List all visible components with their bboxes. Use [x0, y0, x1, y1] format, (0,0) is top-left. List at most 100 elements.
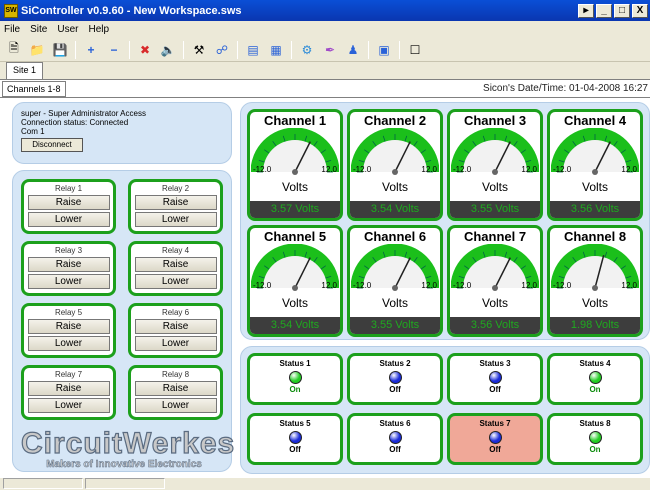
- relay-1-lower-button[interactable]: Lower: [27, 212, 110, 227]
- status-1-card: Status 1 On: [247, 353, 343, 405]
- relay-8-raise-button[interactable]: Raise: [134, 381, 217, 396]
- relay-8-lower-button[interactable]: Lower: [134, 398, 217, 413]
- gauge-max-label: 12.0: [621, 281, 637, 290]
- window-controls: ▸ _ □ X: [578, 3, 648, 18]
- logo-tagline: Makers of Innovative Electronics: [46, 459, 202, 471]
- image-icon[interactable]: ▣: [376, 42, 392, 58]
- gauge-min-label: -12.0: [253, 165, 272, 174]
- relay-4-box: Relay 4 Raise Lower: [128, 241, 223, 296]
- voltmeter-gauge: -12.0 12.0: [351, 244, 439, 291]
- status-state: Off: [489, 445, 501, 454]
- status-led-icon: [488, 371, 502, 384]
- remove-icon[interactable]: −: [106, 42, 122, 58]
- gauge-hub: [392, 285, 398, 291]
- person-icon[interactable]: ♟: [345, 42, 361, 58]
- relay-6-raise-button[interactable]: Raise: [134, 319, 217, 334]
- menu-file[interactable]: File: [4, 24, 20, 35]
- status-5-card: Status 5 Off: [247, 413, 343, 465]
- open-folder-icon[interactable]: 📁: [29, 42, 45, 58]
- channel-3-card: Channel 3 -12.0 12.0 Volts 3.55 Volts: [447, 109, 543, 221]
- gauge-hub: [592, 285, 598, 291]
- gauge-unit-label: Volts: [281, 296, 308, 310]
- speaker-icon[interactable]: 🔈: [160, 42, 176, 58]
- close-button[interactable]: X: [632, 3, 648, 18]
- relay-4-lower-button[interactable]: Lower: [134, 274, 217, 289]
- status-name: Status 4: [579, 359, 611, 368]
- access-level: super - Super Administrator Access: [21, 109, 146, 118]
- relay-3-lower-button[interactable]: Lower: [27, 274, 110, 289]
- relay-1-raise-button[interactable]: Raise: [27, 195, 110, 210]
- gauge-unit-label: Volts: [281, 180, 308, 194]
- relay-5-raise-button[interactable]: Raise: [27, 319, 110, 334]
- toolbar-separator: [129, 40, 130, 59]
- channel-name: Channel 3: [463, 113, 527, 128]
- relay-7-box: Relay 7 Raise Lower: [21, 365, 116, 420]
- tab-site-1[interactable]: Site 1: [6, 62, 44, 79]
- status-state: On: [589, 385, 601, 394]
- relay-3-raise-button[interactable]: Raise: [27, 257, 110, 272]
- channel-name: Channel 8: [563, 229, 627, 244]
- channel-name: Channel 4: [563, 113, 627, 128]
- status-name: Status 8: [579, 419, 611, 428]
- gauge-hub: [292, 285, 298, 291]
- menu-help[interactable]: Help: [88, 24, 109, 35]
- stop-icon[interactable]: ✖: [137, 42, 153, 58]
- network-icon[interactable]: ☍: [214, 42, 230, 58]
- gauge-hub: [292, 169, 298, 175]
- relay-7-raise-button[interactable]: Raise: [27, 381, 110, 396]
- status-led-icon: [588, 371, 602, 384]
- maximize-button[interactable]: □: [614, 3, 630, 18]
- add-icon[interactable]: +: [83, 42, 99, 58]
- tab-channels-1-8[interactable]: Channels 1-8: [2, 80, 66, 97]
- status-name: Status 2: [379, 359, 411, 368]
- relay-5-lower-button[interactable]: Lower: [27, 336, 110, 351]
- document-icon[interactable]: ▤: [245, 42, 261, 58]
- status-bar-section: [3, 478, 83, 489]
- status-state: On: [589, 445, 601, 454]
- relay-2-raise-button[interactable]: Raise: [134, 195, 217, 210]
- menu-user[interactable]: User: [57, 24, 78, 35]
- status-led-icon: [388, 371, 402, 384]
- new-file-icon[interactable]: 🗎: [6, 41, 22, 58]
- relay-2-lower-button[interactable]: Lower: [134, 212, 217, 227]
- status-7-card: Status 7 Off: [447, 413, 543, 465]
- gauge-min-label: -12.0: [553, 165, 572, 174]
- status-bar: [0, 478, 650, 490]
- status-state: Off: [489, 385, 501, 394]
- settings-icon[interactable]: ⚙: [299, 42, 315, 58]
- relay-label: Relay 6: [161, 308, 190, 317]
- relay-4-raise-button[interactable]: Raise: [134, 257, 217, 272]
- save-icon[interactable]: 💾: [52, 42, 68, 58]
- relay-1-box: Relay 1 Raise Lower: [21, 179, 116, 234]
- status-3-card: Status 3 Off: [447, 353, 543, 405]
- toolbar-separator: [75, 40, 76, 59]
- documents-icon[interactable]: ▦: [268, 42, 284, 58]
- gauge-hub: [492, 169, 498, 175]
- gauge-min-label: -12.0: [353, 281, 372, 290]
- gauge-min-label: -12.0: [453, 281, 472, 290]
- channel-8-card: Channel 8 -12.0 12.0 Volts 1.98 Volts: [547, 225, 643, 337]
- toolbar: 🗎 📁 💾 + − ✖ 🔈 ⚒ ☍ ▤ ▦ ⚙ ✒ ♟ ▣ ☐: [0, 38, 650, 62]
- tools-icon[interactable]: ⚒: [191, 42, 207, 58]
- connection-status: Connection status: Connected: [21, 118, 129, 127]
- relay-7-lower-button[interactable]: Lower: [27, 398, 110, 413]
- menu-bar: File Site User Help: [0, 21, 650, 38]
- relay-label: Relay 5: [54, 308, 83, 317]
- logo-name: CircuitWerkes: [20, 427, 236, 460]
- status-led-icon: [288, 371, 302, 384]
- status-2-card: Status 2 Off: [347, 353, 443, 405]
- status-name: Status 3: [479, 359, 511, 368]
- gauge-min-label: -12.0: [253, 281, 272, 290]
- blank-page-icon[interactable]: ☐: [407, 42, 423, 58]
- gauge-max-label: 12.0: [421, 165, 437, 174]
- relay-6-lower-button[interactable]: Lower: [134, 336, 217, 351]
- disconnect-button[interactable]: Disconnect: [21, 138, 83, 152]
- minimize-button[interactable]: _: [596, 3, 612, 18]
- status-bar-section: [85, 478, 165, 489]
- menu-site[interactable]: Site: [30, 24, 47, 35]
- pen-icon[interactable]: ✒: [322, 42, 338, 58]
- status-state: Off: [289, 445, 301, 454]
- channel-6-card: Channel 6 -12.0 12.0 Volts 3.55 Volts: [347, 225, 443, 337]
- gauge-max-label: 12.0: [321, 165, 337, 174]
- help-button[interactable]: ▸: [578, 3, 594, 18]
